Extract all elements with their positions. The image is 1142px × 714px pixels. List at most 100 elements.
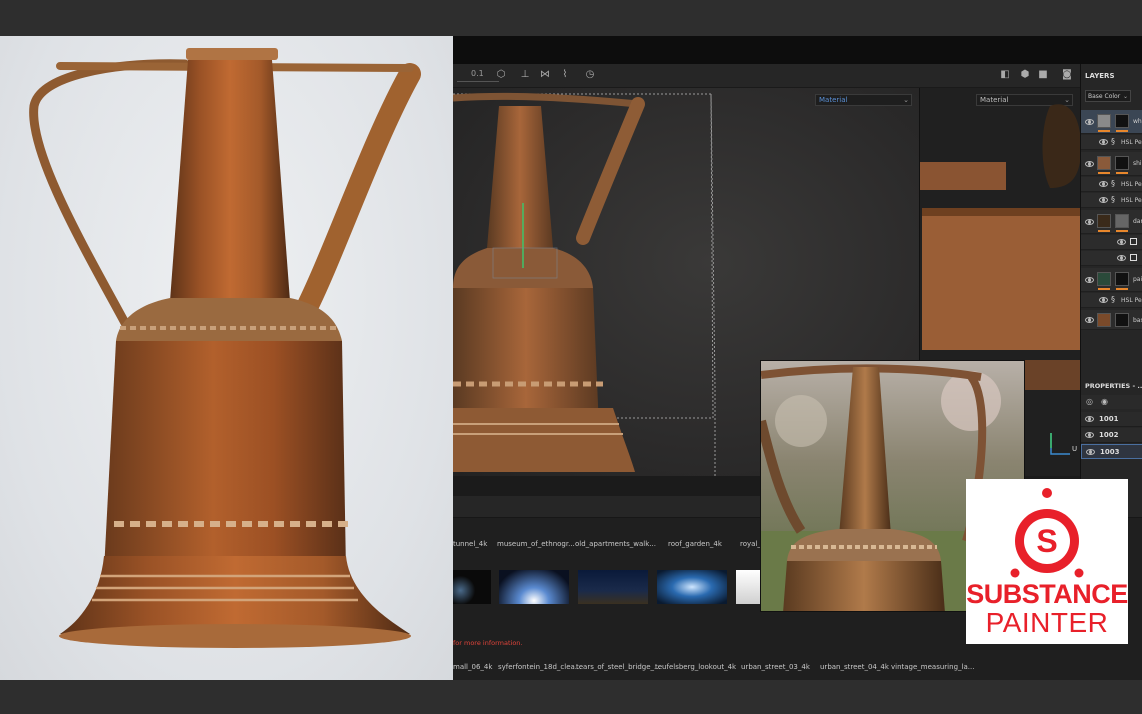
environment-label[interactable]: teufelsberg_lookout_4k bbox=[655, 663, 736, 671]
environment-label[interactable]: museum_of_ethnogr... bbox=[497, 540, 575, 548]
display-mode-icon[interactable]: ◧ bbox=[999, 69, 1011, 81]
eye-icon[interactable] bbox=[1099, 139, 1108, 145]
mirror-icon[interactable]: ⋈ bbox=[539, 69, 551, 81]
eye-icon[interactable] bbox=[1086, 449, 1095, 455]
environment-label[interactable]: tears_of_steel_bridge_... bbox=[576, 663, 661, 671]
layer-row[interactable]: pai bbox=[1081, 268, 1142, 292]
layer-effect-row[interactable]: § HSL Pe bbox=[1081, 177, 1142, 192]
copper-ewer-image bbox=[29, 48, 421, 648]
environment-label[interactable]: syferfontein_18d_clea... bbox=[498, 663, 581, 671]
dropdown-value: Base Color bbox=[1088, 93, 1121, 100]
render-icon[interactable]: ⬢ bbox=[1019, 69, 1031, 81]
layer-accent bbox=[1098, 130, 1110, 132]
cube-icon[interactable]: ⬡ bbox=[495, 69, 507, 81]
toolbar-value-readout[interactable]: 0.1 bbox=[457, 69, 499, 82]
title-bar bbox=[453, 36, 1142, 64]
logo-wordmark-line1: SUBSTANCE bbox=[966, 579, 1128, 609]
eye-icon[interactable] bbox=[1085, 277, 1094, 283]
layer-accent bbox=[1098, 288, 1110, 290]
environment-thumbnail[interactable] bbox=[499, 570, 569, 604]
eye-icon[interactable] bbox=[1117, 239, 1126, 245]
layer-row[interactable]: bas bbox=[1081, 310, 1142, 330]
substance-logo-mark: S bbox=[1010, 488, 1084, 578]
layer-thumbnail bbox=[1097, 214, 1111, 228]
layer-mask-thumbnail bbox=[1115, 156, 1129, 170]
filter-icon: § bbox=[1111, 295, 1115, 304]
substance-painter-logo: S SUBSTANCE PAINTER bbox=[966, 479, 1128, 644]
eye-icon[interactable] bbox=[1085, 119, 1094, 125]
eye-icon[interactable] bbox=[1085, 219, 1094, 225]
top-letterbox bbox=[0, 0, 1142, 36]
layer-thumbnail bbox=[1097, 114, 1111, 128]
filter-icon: § bbox=[1111, 137, 1115, 146]
layer-effect-label: HSL Pe bbox=[1121, 197, 1142, 204]
layer-effect-row[interactable]: § HSL Pe bbox=[1081, 135, 1142, 150]
uv-tile-row[interactable]: 1002 bbox=[1081, 428, 1142, 443]
uv-tile-label: 1001 bbox=[1099, 415, 1119, 423]
filter-icon: § bbox=[1111, 179, 1115, 188]
bottom-letterbox bbox=[0, 680, 1142, 714]
layer-thumbnail bbox=[1097, 272, 1111, 286]
eye-icon[interactable] bbox=[1099, 297, 1108, 303]
layer-sub-row[interactable] bbox=[1081, 251, 1142, 266]
environment-thumbnail[interactable] bbox=[453, 570, 491, 604]
layer-thumbnail bbox=[1097, 313, 1111, 327]
history-icon[interactable]: ◷ bbox=[584, 69, 596, 81]
layer-effect-label: HSL Pe bbox=[1121, 181, 1142, 188]
symmetry-icon[interactable]: ⌇ bbox=[559, 69, 571, 81]
layer-effect-row[interactable]: § HSL Pe bbox=[1081, 293, 1142, 308]
status-message: for more information. bbox=[453, 639, 523, 647]
visibility-group-icon[interactable]: ◎ bbox=[1086, 397, 1093, 406]
layer-mask-thumbnail bbox=[1115, 214, 1129, 228]
eye-icon[interactable] bbox=[1085, 432, 1094, 438]
checkbox-icon[interactable] bbox=[1130, 238, 1137, 245]
layer-effect-row[interactable]: § HSL Pe bbox=[1081, 193, 1142, 208]
eye-icon[interactable] bbox=[1085, 317, 1094, 323]
environment-label[interactable]: roof_garden_4k bbox=[668, 540, 722, 548]
layer-row[interactable]: whi bbox=[1081, 110, 1142, 134]
checkbox-icon[interactable] bbox=[1130, 254, 1137, 261]
environment-thumbnail[interactable] bbox=[657, 570, 727, 604]
layer-accent bbox=[1098, 172, 1110, 174]
layer-accent bbox=[1116, 172, 1128, 174]
environment-thumbnail[interactable] bbox=[736, 570, 760, 604]
eye-icon[interactable] bbox=[1085, 161, 1094, 167]
environment-label[interactable]: urban_street_04_4k bbox=[820, 663, 889, 671]
environment-label[interactable]: old_apartments_walk... bbox=[575, 540, 656, 548]
uv-tile-label: 1002 bbox=[1099, 431, 1119, 439]
eye-icon[interactable] bbox=[1099, 197, 1108, 203]
layer-row[interactable]: dar bbox=[1081, 210, 1142, 234]
filter-icon: § bbox=[1111, 195, 1115, 204]
layer-sub-row[interactable] bbox=[1081, 235, 1142, 250]
environment-label[interactable]: urban_street_03_4k bbox=[741, 663, 810, 671]
camera-icon[interactable]: ■ bbox=[1037, 69, 1049, 81]
layer-label: dar bbox=[1133, 218, 1142, 225]
layers-channel-dropdown[interactable]: Base Color ⌄ bbox=[1085, 90, 1131, 102]
layer-thumbnail bbox=[1097, 156, 1111, 170]
layer-label: bas bbox=[1133, 317, 1142, 324]
eye-icon[interactable] bbox=[1085, 416, 1094, 422]
environment-thumbnail[interactable] bbox=[578, 570, 648, 604]
screenshot-icon[interactable]: ◙ bbox=[1061, 69, 1073, 81]
align-icon[interactable]: ⊥ bbox=[519, 69, 531, 81]
environment-label[interactable]: mall_06_4k bbox=[453, 663, 492, 671]
eye-icon[interactable] bbox=[1117, 255, 1126, 261]
layer-row[interactable]: shi bbox=[1081, 152, 1142, 176]
layer-accent bbox=[1116, 230, 1128, 232]
uv-tile-row[interactable]: 1001 bbox=[1081, 412, 1142, 427]
layer-label: whi bbox=[1133, 118, 1142, 125]
eye-icon[interactable]: ◉ bbox=[1101, 397, 1108, 406]
layer-accent bbox=[1116, 130, 1128, 132]
eye-icon[interactable] bbox=[1099, 181, 1108, 187]
uv-axis-u-label: U bbox=[1072, 445, 1078, 453]
layer-accent bbox=[1116, 288, 1128, 290]
layer-label: pai bbox=[1133, 276, 1142, 283]
properties-toolbar: ◎ ◉ bbox=[1081, 395, 1142, 409]
svg-text:S: S bbox=[1036, 523, 1057, 559]
properties-title: PROPERTIES - ... bbox=[1085, 382, 1142, 390]
screenshot-stage: 0.1 ⬡ ⊥ ⋈ ⌇ ◷ ◧ ⬢ ■ ◙ Material ⌄ Materia… bbox=[0, 0, 1142, 714]
environment-label[interactable]: vintage_measuring_la... bbox=[891, 663, 974, 671]
environment-label[interactable]: tunnel_4k bbox=[453, 540, 487, 548]
uv-tile-row[interactable]: 1003 bbox=[1081, 444, 1142, 459]
layer-effect-label: HSL Pe bbox=[1121, 297, 1142, 304]
